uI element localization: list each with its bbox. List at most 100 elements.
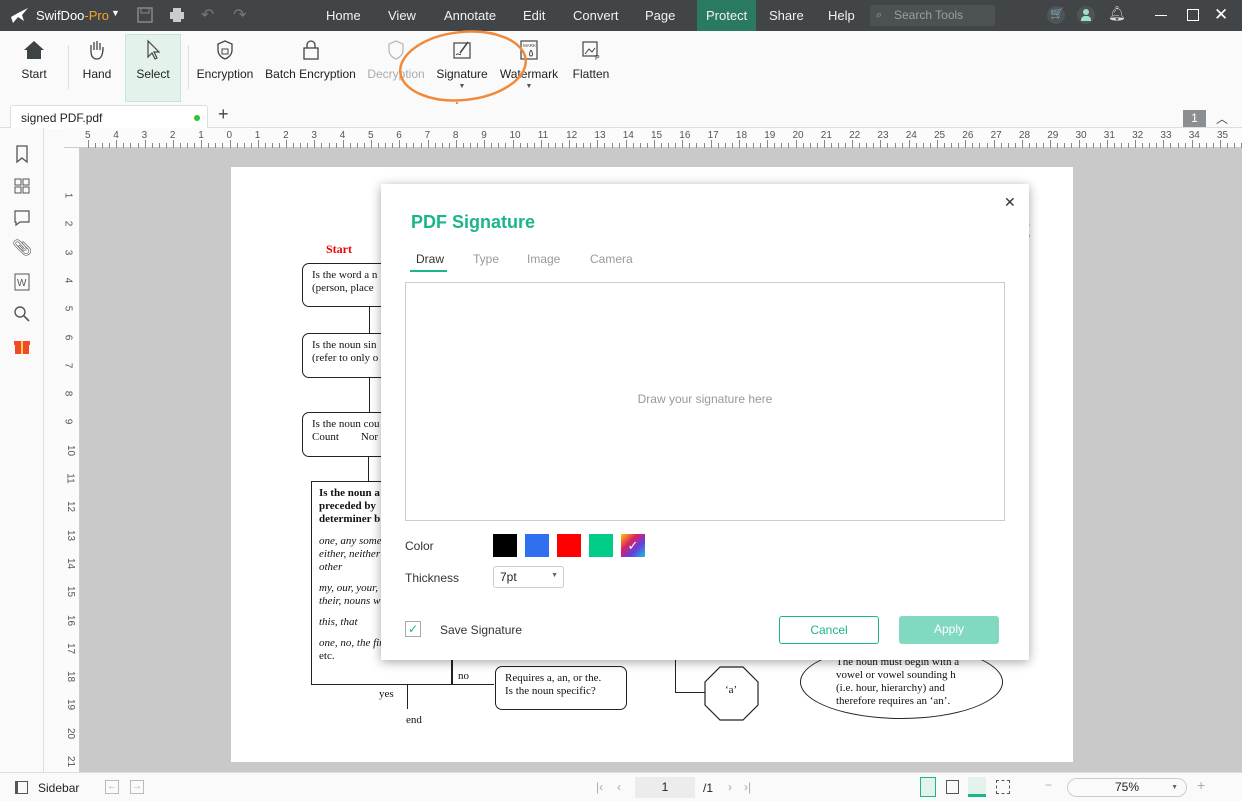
encryption-button[interactable]: Encryption [195, 35, 255, 101]
single-page-view-icon[interactable] [920, 777, 936, 797]
apply-button[interactable]: Apply [899, 616, 999, 644]
ruler-tick [1050, 140, 1052, 148]
ruler-tick [1078, 140, 1080, 148]
ruler-label: 12 [566, 130, 578, 141]
watermark-button[interactable]: MARK Watermark ▼ [497, 35, 561, 101]
ruler-label: 21 [65, 755, 77, 768]
account-icon[interactable] [1077, 6, 1095, 24]
search-tools-input[interactable]: ⌕ Search Tools [870, 5, 995, 26]
save-signature-checkbox[interactable]: ✓ [405, 621, 421, 637]
save-icon[interactable] [137, 7, 153, 23]
ruler-tick [512, 140, 514, 148]
menu-share[interactable]: Share [759, 0, 814, 31]
menu-annotate[interactable]: Annotate [434, 0, 506, 31]
search-icon[interactable] [12, 304, 32, 324]
ruler-tick [286, 140, 288, 148]
close-dialog-button[interactable]: ✕ [1004, 194, 1016, 211]
print-icon[interactable] [169, 7, 185, 23]
ruler-label: 6 [62, 334, 74, 340]
menu-view[interactable]: View [378, 0, 426, 31]
ruler-tick [540, 140, 542, 148]
ruler-label: 17 [65, 642, 77, 654]
grid-view-icon[interactable] [996, 780, 1010, 794]
redo-icon[interactable]: ↷ [233, 5, 246, 25]
page-total: /1 [703, 781, 714, 795]
signature-draw-area[interactable]: Draw your signature here [405, 282, 1005, 521]
comment-icon[interactable] [12, 208, 32, 228]
zoom-in-button[interactable]: + [1197, 777, 1205, 793]
search-icon: ⌕ [876, 9, 883, 21]
menu-page[interactable]: Page [635, 0, 685, 31]
thickness-select[interactable]: 7pt ▼ [493, 566, 564, 588]
tab-camera[interactable]: Camera [590, 252, 633, 266]
ruler-tick [965, 140, 967, 148]
menu-home[interactable]: Home [316, 0, 371, 31]
minimize-button[interactable] [1155, 15, 1167, 16]
ruler-label: 27 [990, 130, 1002, 141]
cart-icon[interactable]: 🛒 [1047, 6, 1065, 24]
previous-page-button[interactable]: ‹ [617, 780, 621, 794]
flowchart-line [675, 658, 676, 692]
color-swatch-blue[interactable] [525, 534, 549, 557]
ruler-label: 19 [65, 699, 77, 711]
color-picker-custom[interactable]: ✓ [621, 534, 645, 557]
bookmark-icon[interactable] [12, 144, 32, 164]
shield-lock-icon [217, 40, 233, 60]
menu-edit[interactable]: Edit [513, 0, 555, 31]
hand-tool-button[interactable]: Hand [76, 35, 118, 101]
two-page-view-icon[interactable] [946, 780, 959, 794]
tab-image[interactable]: Image [527, 252, 560, 266]
color-swatch-green[interactable] [589, 534, 613, 557]
back-button[interactable]: ← [105, 780, 119, 794]
signature-button[interactable]: Signature ▼ [434, 35, 490, 101]
ruler-tick [795, 140, 797, 148]
menu-protect[interactable]: Protect [697, 0, 757, 31]
zoom-out-button[interactable]: − [1045, 778, 1052, 792]
first-page-button[interactable]: |‹ [596, 780, 603, 794]
gift-icon[interactable] [12, 336, 32, 356]
flatten-button[interactable]: P Flatten [568, 35, 614, 101]
document-tab[interactable]: signed PDF.pdf [10, 105, 208, 129]
watermark-dropdown-icon[interactable]: ▼ [497, 83, 561, 90]
menu-help[interactable]: Help [818, 0, 865, 31]
batch-encryption-button[interactable]: Batch Encryption [263, 35, 358, 101]
page-number-input[interactable]: 1 [635, 777, 695, 798]
ruler-tick [1106, 140, 1108, 148]
tab-type[interactable]: Type [473, 252, 499, 266]
add-tab-button[interactable]: + [218, 104, 229, 125]
menu-convert[interactable]: Convert [563, 0, 629, 31]
decryption-button[interactable]: Decryption [366, 35, 426, 101]
sidebar-toggle-icon[interactable] [15, 781, 28, 794]
horizontal-ruler: 5 4 3 2 1 0 1 2 3 4 5 6 7 8 9 10 11 12 13 14 15 16 17 18 19 20 21 2… [64, 128, 1242, 148]
ruler-tick [455, 140, 457, 148]
next-page-button[interactable]: › [728, 780, 732, 794]
ruler-label: 30 [1075, 130, 1087, 141]
tab-draw[interactable]: Draw [416, 252, 444, 266]
ruler-label: 5 [62, 305, 74, 312]
signature-dropdown-icon[interactable]: ▼ [434, 83, 490, 90]
color-swatch-black[interactable] [493, 534, 517, 557]
app-menu-dropdown-icon[interactable]: ▼ [111, 8, 120, 18]
notification-bell-icon[interactable]: 🔔︎ [1108, 5, 1126, 22]
start-button[interactable]: Start [14, 35, 54, 101]
zoom-select[interactable]: 75% ▼ [1067, 778, 1187, 797]
select-tool-button[interactable]: Select [125, 34, 181, 102]
color-swatch-red[interactable] [557, 534, 581, 557]
ruler-label: 24 [905, 130, 917, 141]
home-icon [24, 41, 44, 59]
ruler-label: 14 [65, 557, 77, 569]
word-icon[interactable]: W [12, 272, 32, 292]
ruler-label: 16 [65, 614, 77, 626]
maximize-button[interactable] [1187, 9, 1199, 21]
last-page-button[interactable]: ›| [744, 780, 751, 794]
app-name: SwifDoo-Pro [36, 8, 109, 23]
scroll-view-icon[interactable] [968, 777, 986, 797]
close-window-button[interactable]: ✕ [1214, 5, 1228, 25]
collapse-toolbar-icon[interactable]: ︿ [1216, 110, 1228, 127]
sidebar-toggle-label[interactable]: Sidebar [38, 781, 79, 795]
thumbnails-icon[interactable] [12, 176, 32, 196]
undo-icon[interactable]: ↶ [201, 5, 214, 25]
forward-button[interactable]: → [130, 780, 144, 794]
cancel-button[interactable]: Cancel [779, 616, 879, 644]
attachment-icon[interactable]: 📎︎ [12, 238, 32, 258]
